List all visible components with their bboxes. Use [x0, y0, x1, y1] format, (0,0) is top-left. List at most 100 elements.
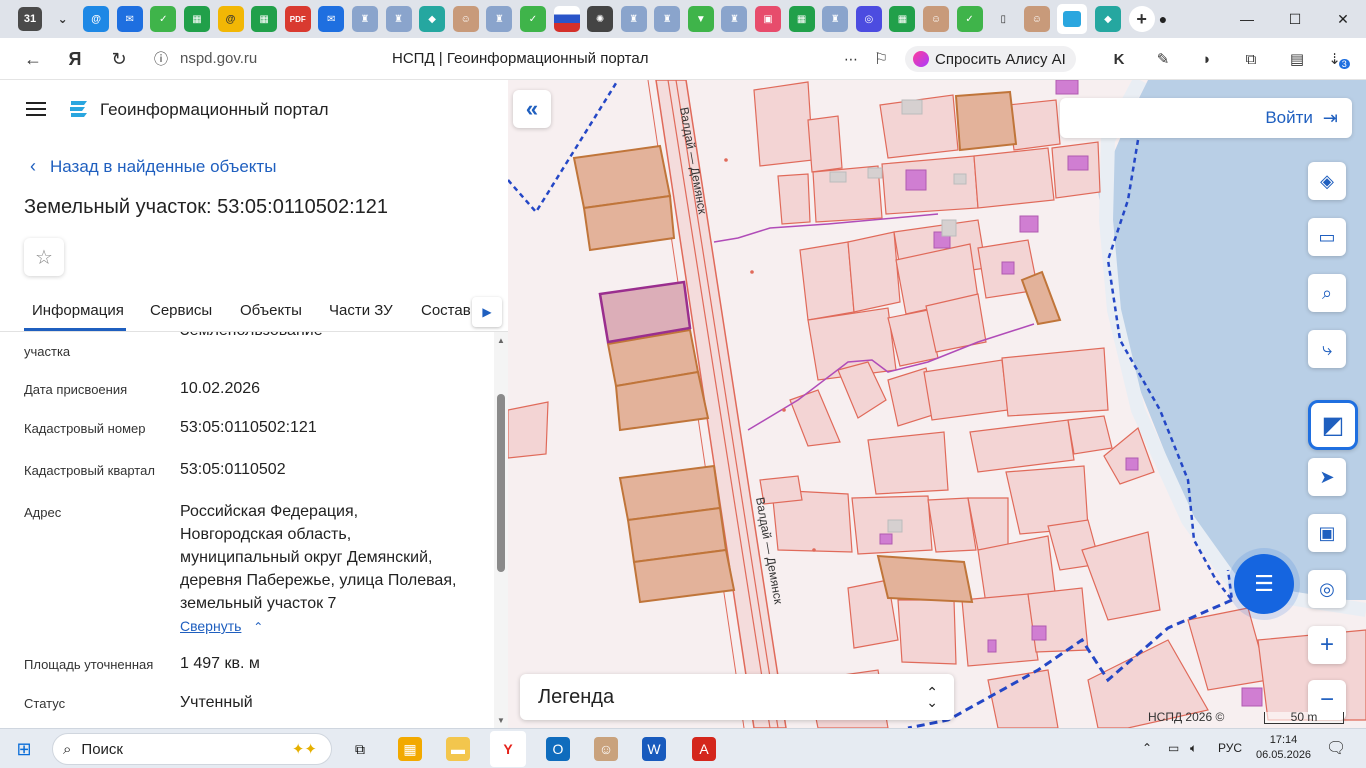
extension-icon[interactable]: ⧉ [1240, 48, 1262, 70]
back-to-results-link[interactable]: ‹ Назад в найденные объекты [30, 156, 276, 177]
extension-icon[interactable]: ✎ [1152, 48, 1174, 70]
extension-icon[interactable]: ◗ [1196, 48, 1218, 70]
extension-icon[interactable]: K [1108, 48, 1130, 70]
pdf-tab-icon[interactable]: PDF [284, 6, 311, 32]
emblem-tab-icon[interactable]: ♜ [620, 6, 647, 32]
emblem-tab-icon[interactable]: ♜ [385, 6, 412, 32]
layers-button[interactable]: ◈ [1308, 162, 1346, 200]
sheet-tab-icon[interactable]: ▦ [183, 6, 210, 32]
scroll-up-icon[interactable]: ▲ [497, 336, 505, 345]
scrollbar-thumb[interactable] [497, 394, 505, 572]
menu-icon[interactable] [26, 102, 46, 116]
tab-objects[interactable]: Объекты [240, 302, 302, 319]
gosuslugi-tab-icon[interactable]: ✓ [150, 6, 177, 32]
gosuslugi-tab-icon[interactable]: ✓ [956, 6, 983, 32]
pin-search-button[interactable]: ◎ [1308, 570, 1346, 608]
map-tool-button[interactable]: ◩ [1308, 400, 1358, 450]
emblem-tab-icon[interactable]: ♜ [822, 6, 849, 32]
bookmark-icon[interactable]: ⚐ [870, 48, 892, 70]
acrobat-icon[interactable]: A [692, 737, 716, 761]
share-button[interactable]: ⤷ [1308, 330, 1346, 368]
sheet-tab-icon[interactable]: ▦ [889, 6, 916, 32]
volume-muted-icon[interactable]: 🔈︎ [1190, 741, 1197, 756]
measure-button[interactable]: ▭ [1308, 218, 1346, 256]
info-value[interactable]: 53:05:0110502 [180, 458, 286, 481]
system-clock[interactable]: 17:14 06.05.2026 [1256, 733, 1311, 763]
outlook-icon[interactable]: O [546, 737, 570, 761]
nspd-tab-icon[interactable]: ◆ [1095, 6, 1121, 32]
map-view[interactable]: Валдай — Демянск Валдай — Демянск « Войт… [508, 80, 1366, 728]
legend-dropdown[interactable]: Легенда ⌃ ⌄ [520, 674, 954, 720]
tab-services[interactable]: Сервисы [150, 302, 212, 319]
tray-chevron-icon[interactable]: ⌃ [1142, 741, 1152, 755]
tab-parts[interactable]: Части ЗУ [329, 302, 393, 319]
explorer-icon[interactable]: ▬ [446, 737, 470, 761]
area-search-button[interactable]: ⌕ [1308, 274, 1346, 312]
avatar-tab-icon[interactable]: ☺ [452, 6, 479, 32]
avatar-tab-icon[interactable]: ☺ [1023, 6, 1050, 32]
info-value[interactable]: 53:05:0110502:121 [180, 416, 317, 439]
mail-tab-icon[interactable]: ✉ [318, 6, 345, 32]
app-icon[interactable]: ☺ [594, 737, 618, 761]
minimize-icon[interactable]: — [1224, 0, 1270, 38]
yandex-icon[interactable]: Я [64, 48, 86, 70]
alice-button[interactable]: Спросить Алису AI [905, 46, 1076, 72]
tabs-dropdown-icon[interactable]: ⌄ [50, 6, 76, 32]
geolocation-button[interactable]: ➤ [1308, 458, 1346, 496]
network-icon[interactable]: ▭ [1168, 741, 1179, 755]
emblem-tab-icon[interactable]: ♜ [654, 6, 681, 32]
tab-composition[interactable]: Состав [421, 302, 471, 319]
mail-tab-icon[interactable]: @ [217, 6, 244, 32]
info-scrollbar[interactable]: ▲ ▼ [494, 332, 508, 728]
taskbar-search[interactable]: ⌕ Поиск ✦✦ [52, 733, 332, 765]
word-icon[interactable]: W [642, 737, 666, 761]
extension-icon[interactable]: ▤ [1286, 48, 1308, 70]
tab-counter-badge[interactable]: 31 [18, 7, 42, 31]
sheet-tab-icon[interactable]: ▦ [788, 6, 815, 32]
gosuslugi-tab-icon[interactable]: ✓ [519, 6, 546, 32]
login-label: Войти [1265, 108, 1313, 127]
scroll-down-icon[interactable]: ▼ [497, 716, 505, 725]
favorite-star-button[interactable]: ☆ [24, 238, 64, 276]
yandex-browser-icon[interactable]: Y [490, 731, 526, 767]
site-tab-icon[interactable]: ▼ [687, 6, 714, 32]
emblem-tab-icon[interactable]: ♜ [721, 6, 748, 32]
chat-button[interactable]: ☰ [1234, 554, 1294, 614]
site-tab-icon[interactable]: ▣ [755, 6, 782, 32]
active-tab-nspd[interactable] [1057, 4, 1088, 34]
structure [901, 99, 923, 115]
flag-tab-icon[interactable] [553, 6, 580, 32]
tabs-scroll-right-button[interactable]: ▶ [472, 297, 502, 327]
site-info-icon[interactable]: ⓘ [150, 48, 172, 70]
back-arrow-icon[interactable]: ← [22, 48, 44, 70]
collapse-panel-button[interactable]: « [513, 90, 551, 128]
mail-tab-icon[interactable]: @ [83, 6, 110, 32]
collapse-address-link[interactable]: Свернуть ⌃ [180, 618, 263, 634]
site-tab-icon[interactable]: ✺ [587, 6, 614, 32]
cadastral-map-canvas[interactable]: Валдай — Демянск Валдай — Демянск [508, 80, 1366, 728]
zoom-in-button[interactable]: + [1308, 626, 1346, 664]
tab-info[interactable]: Информация [32, 302, 124, 319]
emblem-tab-icon[interactable]: ♜ [486, 6, 513, 32]
sheet-tab-icon[interactable]: ▦ [251, 6, 278, 32]
nspd-tab-icon[interactable]: ◆ [419, 6, 446, 32]
close-icon[interactable]: ✕ [1320, 0, 1366, 38]
profile-icon[interactable]: ● [1140, 0, 1186, 38]
more-icon[interactable]: ⋯ [840, 48, 862, 70]
site-tab-icon[interactable]: ◎ [855, 6, 882, 32]
maximize-icon[interactable]: ☐ [1272, 0, 1318, 38]
url-field[interactable]: nspd.gov.ru [180, 50, 257, 67]
mail-tab-icon[interactable]: ✉ [116, 6, 143, 32]
avatar-tab-icon[interactable]: ☺ [923, 6, 950, 32]
windows-start-icon[interactable]: ⊞ [12, 737, 36, 761]
store-icon[interactable]: ▦ [398, 737, 422, 761]
downloads-icon[interactable]: ⇣ 3 [1328, 48, 1350, 70]
document-tab-icon[interactable]: ▯ [990, 6, 1016, 32]
notifications-icon[interactable]: 🗨︎ [1326, 738, 1346, 758]
language-indicator[interactable]: РУС [1218, 741, 1242, 755]
emblem-tab-icon[interactable]: ♜ [351, 6, 378, 32]
task-view-icon[interactable]: ⧉ [348, 737, 372, 761]
minimap-button[interactable]: ▣ [1308, 514, 1346, 552]
reload-icon[interactable]: ↻ [108, 48, 130, 70]
login-button[interactable]: Войти ⇥ [1060, 98, 1352, 138]
